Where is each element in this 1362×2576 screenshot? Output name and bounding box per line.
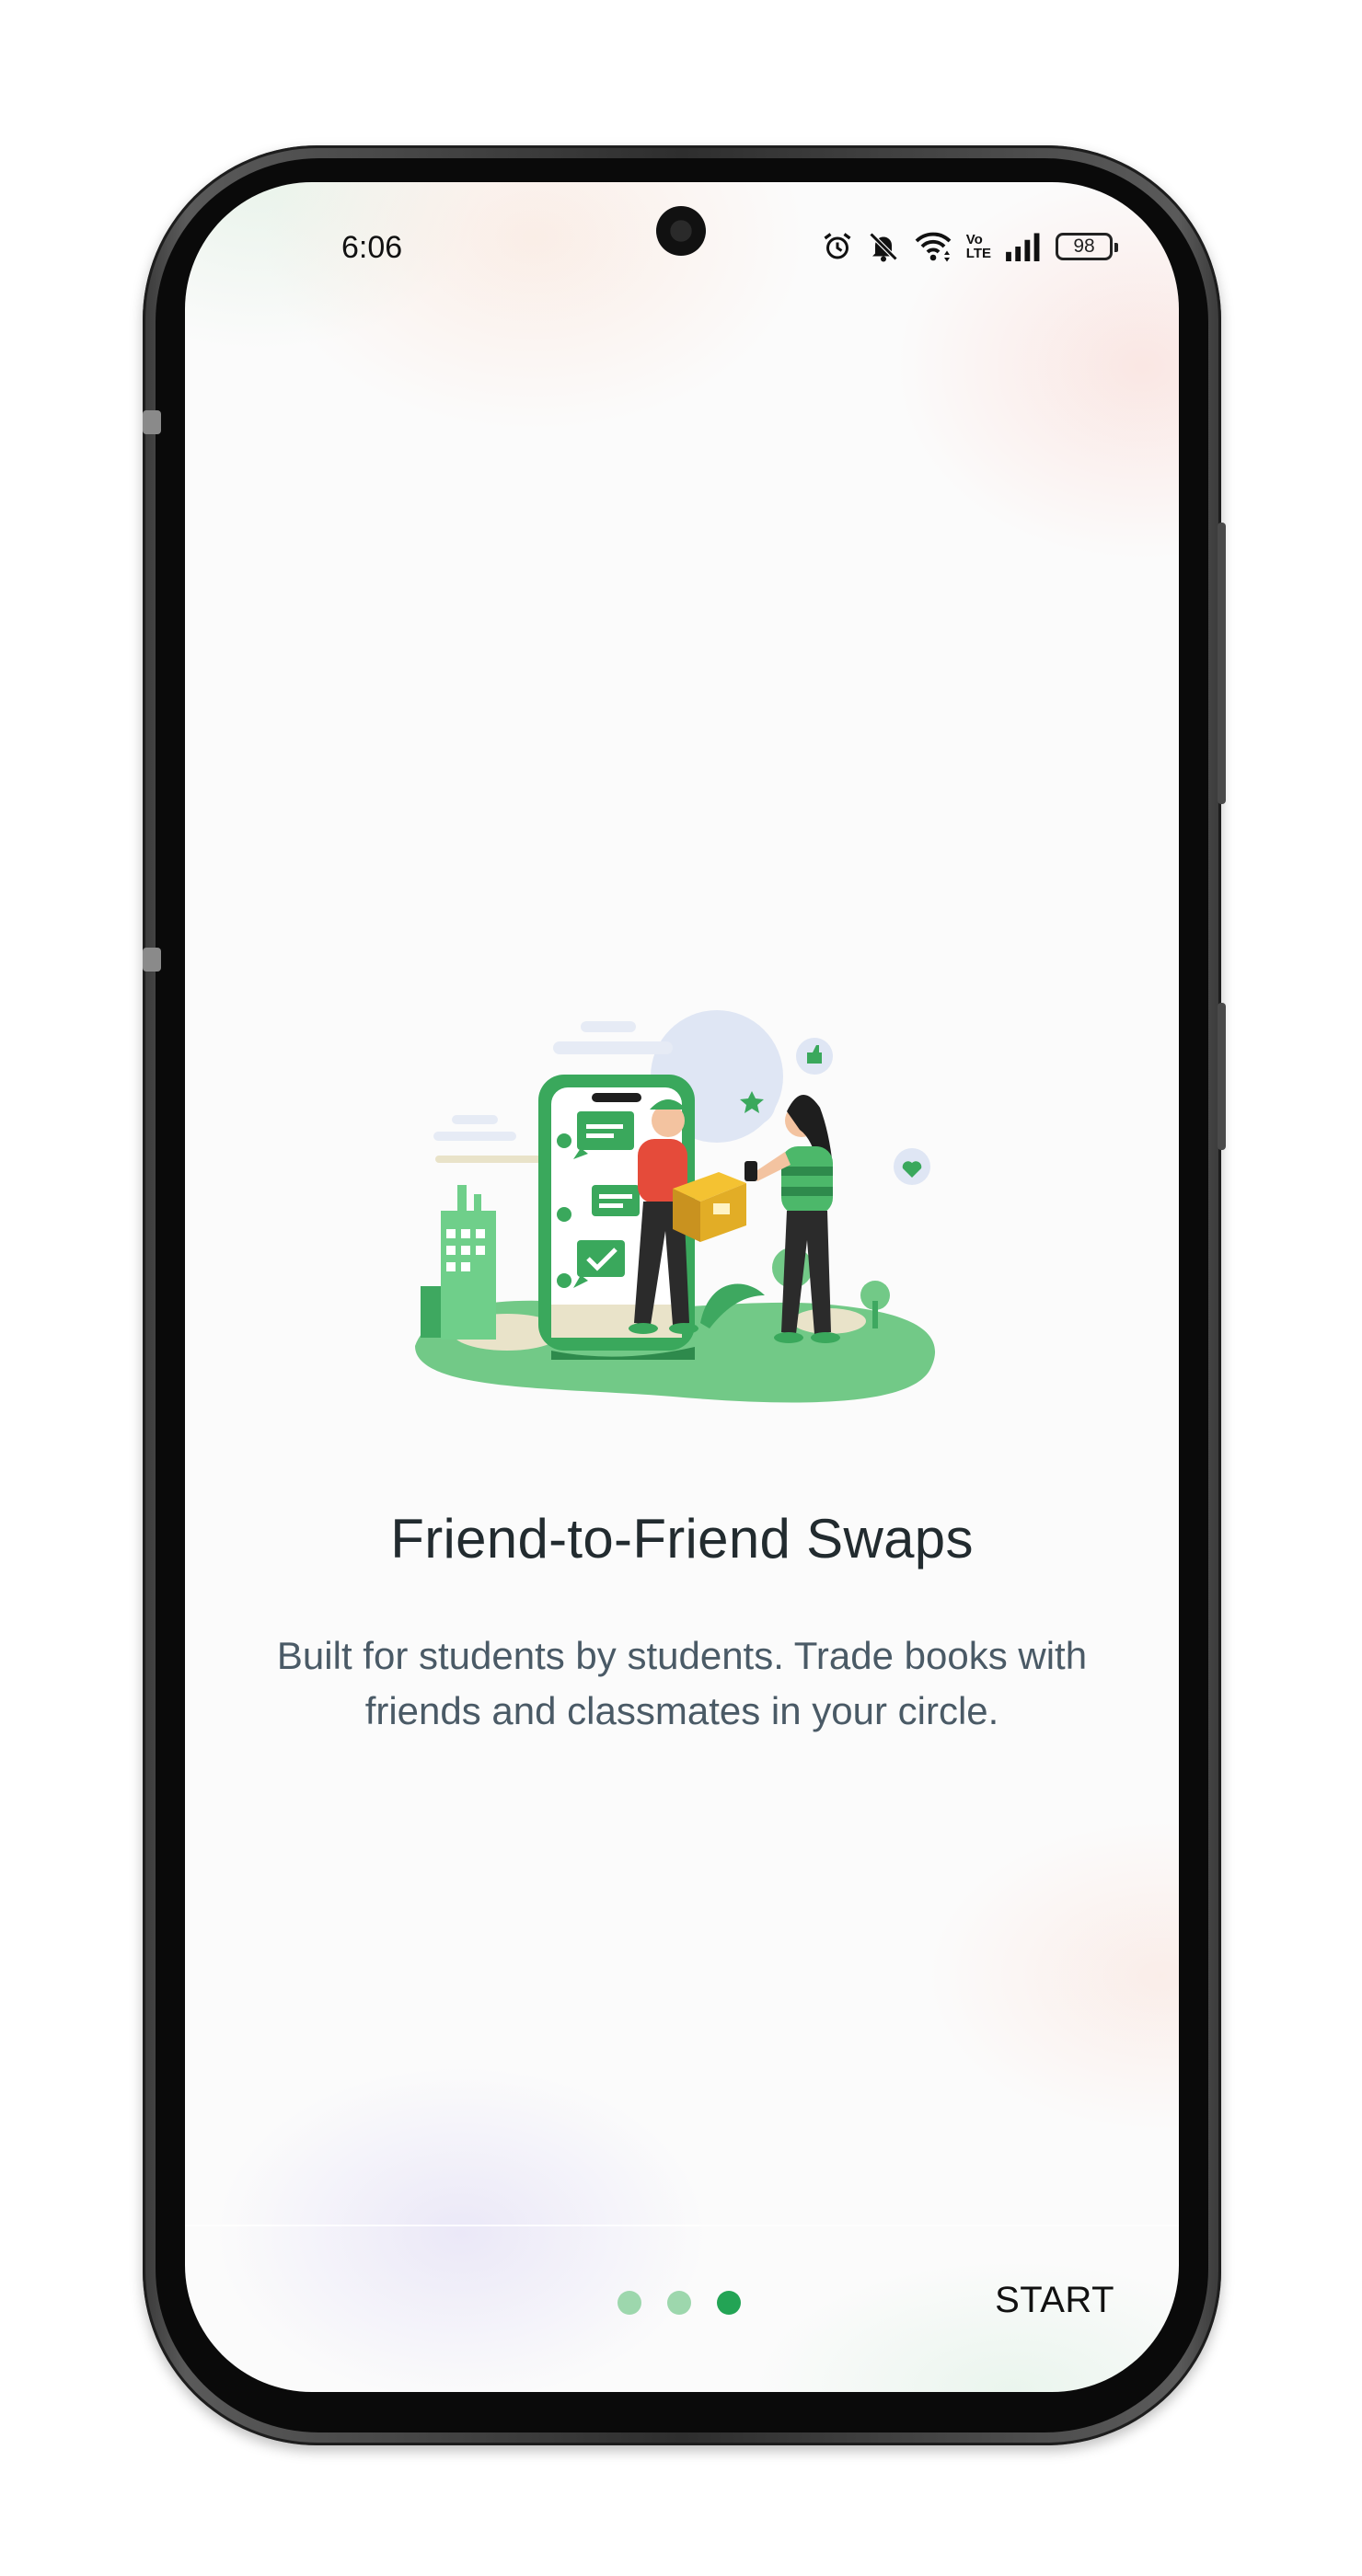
battery-icon: 98 <box>1056 233 1118 260</box>
onboarding-description: Built for students by students. Trade bo… <box>276 1634 1088 1732</box>
status-time: 6:06 <box>341 230 403 265</box>
page-dot-3-active[interactable] <box>717 2291 741 2315</box>
start-button[interactable]: START <box>995 2280 1114 2321</box>
status-icons: Vo LTE 98 <box>821 228 1118 265</box>
volte-label-top: Vo <box>965 232 983 247</box>
antenna-band-bottom <box>143 948 161 972</box>
page-dot-2[interactable] <box>667 2291 691 2315</box>
friends-swap-illustration <box>415 1010 936 1403</box>
status-bar: 6:06 Vo LTE 98 <box>185 182 1179 320</box>
alarm-icon <box>821 230 854 263</box>
front-camera <box>656 206 706 256</box>
signal-icon <box>1004 232 1043 261</box>
page-dot-1[interactable] <box>618 2291 641 2315</box>
wifi-icon <box>913 230 953 263</box>
volte-icon: Vo LTE <box>966 233 991 260</box>
screen: 6:06 Vo LTE 98 Friend-to-Friend Swaps Bu… <box>185 182 1179 2392</box>
power-button <box>1218 1003 1226 1150</box>
page-indicator <box>618 2291 741 2315</box>
volte-label-bottom: LTE <box>965 246 991 261</box>
bottom-divider <box>185 2225 1179 2226</box>
mute-icon <box>867 230 900 263</box>
volume-up-button <box>1218 523 1226 804</box>
onboarding-title: Friend-to-Friend Swaps <box>390 1508 974 1570</box>
antenna-band-top <box>143 410 161 434</box>
